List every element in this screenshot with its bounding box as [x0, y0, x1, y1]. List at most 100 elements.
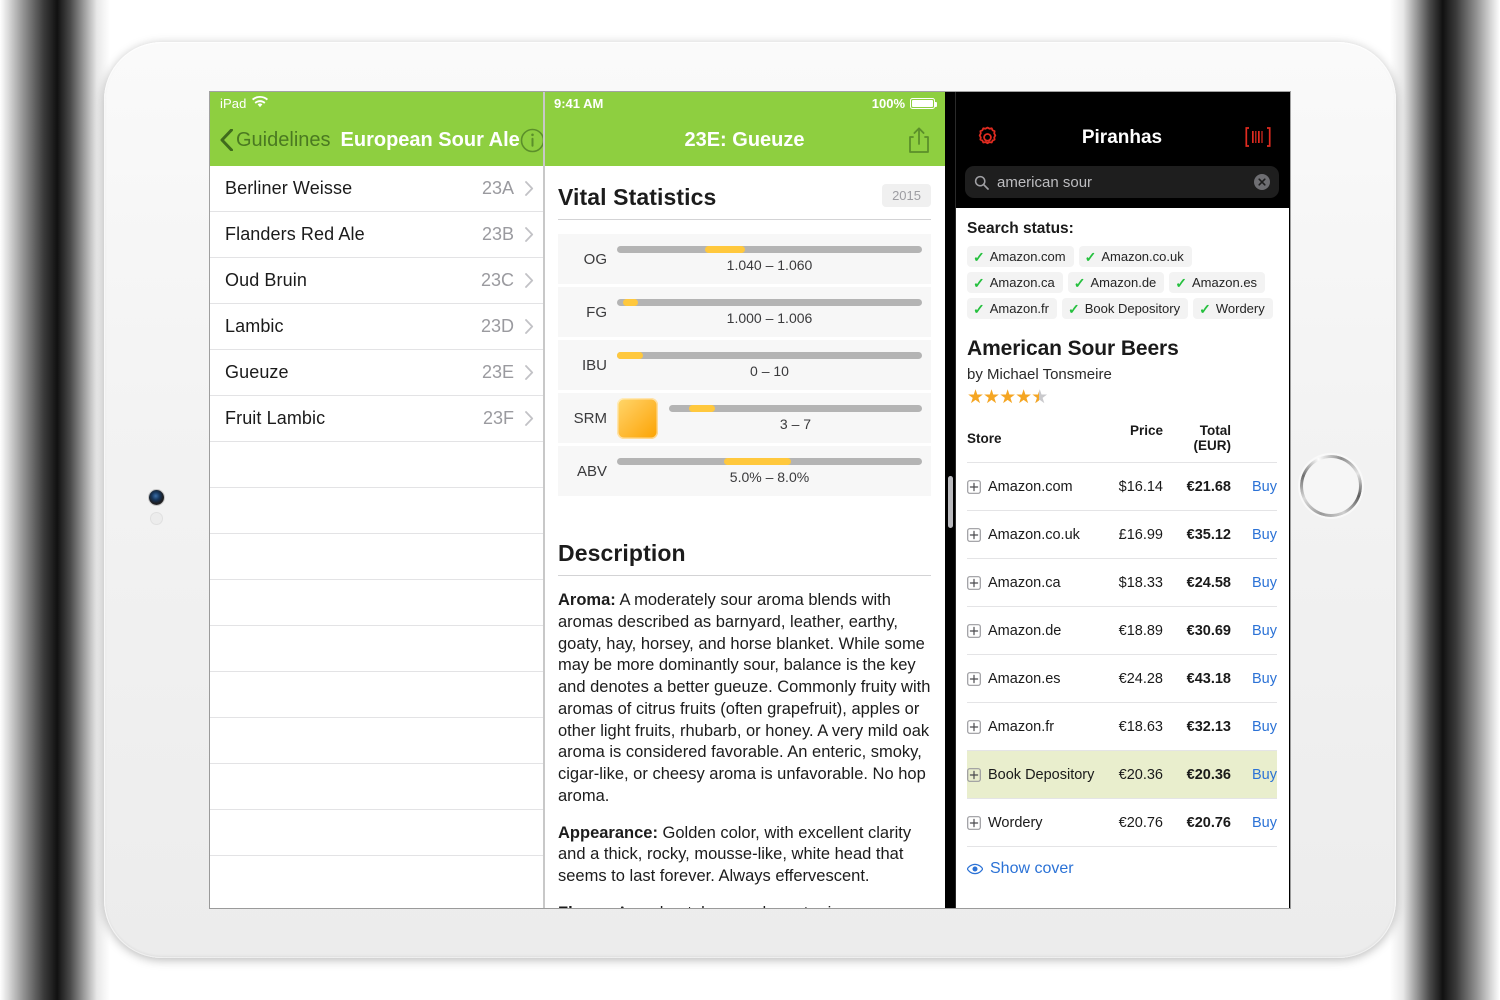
info-circle-icon[interactable]: [520, 128, 545, 153]
description-paragraph: Flavor: A moderately sour character is: [558, 903, 931, 908]
search-status-store: Book Depository: [1084, 301, 1181, 316]
table-row[interactable]: Amazon.es €24.28 €43.18 Buy: [967, 654, 1277, 702]
table-row[interactable]: Book Depository €20.36 €20.36 Buy: [967, 750, 1277, 798]
description-lead: Appearance:: [558, 823, 658, 842]
product-title: American Sour Beers: [967, 337, 1179, 360]
search-status-chip-list: ✓ Amazon.com ✓ Amazon.co.uk ✓ Amazon.ca …: [967, 246, 1277, 319]
cell-total: €35.12: [1186, 526, 1231, 543]
vital-stat-label: ABV: [576, 462, 607, 480]
check-icon: ✓: [1199, 300, 1211, 317]
table-row[interactable]: Wordery €20.76 €20.76 Buy: [967, 798, 1277, 846]
screenshot-root: iPad Guidelines European Sour Ale Berlin…: [0, 0, 1500, 1000]
show-cover-link[interactable]: Show cover: [966, 846, 1277, 878]
expand-plus-icon[interactable]: [967, 575, 981, 590]
style-name: Gueuze: [225, 362, 289, 382]
vital-header-divider: [558, 219, 931, 220]
vital-statistics-title: Vital Statistics: [558, 184, 717, 210]
ambient-sensor-icon: [150, 512, 163, 525]
split-view-divider[interactable]: [945, 92, 955, 908]
check-icon: ✓: [973, 274, 985, 291]
back-button-label[interactable]: Guidelines: [236, 129, 331, 152]
table-row[interactable]: Amazon.co.uk £16.99 €35.12 Buy: [967, 510, 1277, 558]
check-icon: ✓: [973, 248, 985, 265]
cell-total: €21.68: [1186, 478, 1231, 495]
split-view: iPad Guidelines European Sour Ale Berlin…: [210, 92, 1290, 908]
description-lead: Aroma:: [558, 591, 616, 609]
list-item-empty: [210, 626, 544, 672]
buy-button[interactable]: Buy: [1231, 575, 1277, 591]
table-row[interactable]: Amazon.de €18.89 €30.69 Buy: [967, 606, 1277, 654]
search-input[interactable]: american sour: [965, 166, 1279, 198]
split-view-grabber[interactable]: [948, 476, 953, 528]
check-icon: ✓: [1175, 274, 1188, 291]
search-status-store: Wordery: [1215, 301, 1265, 316]
expand-plus-icon[interactable]: [967, 719, 981, 734]
table-row[interactable]: Amazon.fr €18.63 €32.13 Buy: [967, 702, 1277, 750]
home-button[interactable]: [1300, 455, 1362, 517]
list-item[interactable]: Gueuze 23E: [210, 350, 544, 396]
vital-statistics-header: Vital Statistics 2015: [558, 166, 931, 211]
detail-pane: 9:41 AM 100% 23E: Gueuze Vital Statistic…: [544, 92, 945, 908]
list-item[interactable]: Oud Bruin 23C: [210, 258, 544, 304]
gear-icon[interactable]: [975, 125, 1000, 150]
cell-total: €20.36: [1186, 766, 1231, 783]
buy-button[interactable]: Buy: [1231, 527, 1277, 543]
table-row[interactable]: Amazon.com $16.14 €21.68 Buy: [967, 462, 1277, 510]
backdrop-metal-left: [0, 0, 110, 1000]
vital-stat-track: [617, 458, 922, 465]
chevron-left-icon[interactable]: [220, 128, 233, 152]
style-code: 23E: [481, 362, 514, 382]
search-bar: american sour: [955, 162, 1289, 208]
description-header-divider: [558, 575, 931, 576]
search-status-chip: ✓ Amazon.fr: [967, 298, 1057, 319]
clear-circle-icon[interactable]: [1254, 174, 1270, 190]
description-lead: Flavor:: [558, 904, 613, 908]
vital-stat-track: [617, 352, 922, 359]
vital-stat-label: IBU: [581, 356, 607, 374]
battery-percent-label: 100%: [871, 95, 905, 111]
barcode-scan-icon[interactable]: [1245, 127, 1271, 147]
share-icon[interactable]: [907, 126, 931, 154]
expand-plus-icon[interactable]: [967, 623, 981, 638]
piranhas-results[interactable]: Search status: ✓ Amazon.com ✓ Amazon.co.…: [955, 208, 1289, 908]
buy-button[interactable]: Buy: [1231, 815, 1277, 831]
expand-plus-icon[interactable]: [967, 767, 981, 782]
vital-stat-range: 5.0% – 8.0%: [729, 469, 810, 485]
battery-full-icon: [910, 97, 937, 109]
store-name: Wordery: [988, 814, 1043, 831]
buy-button[interactable]: Buy: [1231, 767, 1277, 783]
list-item[interactable]: Fruit Lambic 23F: [210, 396, 544, 442]
expand-plus-icon[interactable]: [967, 671, 981, 686]
list-item-empty: [210, 764, 544, 810]
column-header-store: Store: [967, 430, 1002, 446]
buy-button[interactable]: Buy: [1231, 479, 1277, 495]
price-table-header: Store Price Total (EUR): [967, 423, 1277, 462]
vital-stat-fill: [689, 405, 715, 412]
search-status-chip: ✓ Amazon.ca: [967, 272, 1063, 293]
description-paragraph: Appearance: Golden color, with excellent…: [558, 823, 931, 888]
search-status-chip: ✓ Book Depository: [1061, 298, 1189, 319]
buy-button[interactable]: Buy: [1231, 719, 1277, 735]
piranhas-navigation-bar: Piranhas: [955, 114, 1289, 162]
list-item[interactable]: Lambic 23D: [210, 304, 544, 350]
style-name: Lambic: [225, 316, 284, 336]
battery-status: 100%: [871, 95, 937, 111]
expand-plus-icon[interactable]: [967, 527, 981, 542]
detail-scroll-area[interactable]: Vital Statistics 2015 OG 1.040 – 1.060 F…: [544, 166, 945, 908]
list-item[interactable]: Berliner Weisse 23A: [210, 166, 544, 212]
table-row[interactable]: Amazon.ca $18.33 €24.58 Buy: [967, 558, 1277, 606]
right-pane-seam: [955, 92, 956, 908]
expand-plus-icon[interactable]: [967, 479, 981, 494]
style-name: Fruit Lambic: [225, 408, 326, 428]
sub-style-list[interactable]: Berliner Weisse 23A Flanders Red Ale 23B…: [210, 166, 544, 908]
vital-stat-row: FG 1.000 – 1.006: [558, 287, 931, 337]
buy-button[interactable]: Buy: [1231, 671, 1277, 687]
search-status-store: Amazon.es: [1192, 275, 1258, 290]
vital-stat-row: OG 1.040 – 1.060: [558, 234, 931, 284]
buy-button[interactable]: Buy: [1231, 623, 1277, 639]
product-author: by Michael Tonsmeire: [967, 366, 1112, 383]
list-item[interactable]: Flanders Red Ale 23B: [210, 212, 544, 258]
search-status-store: Amazon.fr: [989, 301, 1049, 316]
vital-stat-row: IBU 0 – 10: [558, 340, 931, 390]
expand-plus-icon[interactable]: [967, 815, 981, 830]
